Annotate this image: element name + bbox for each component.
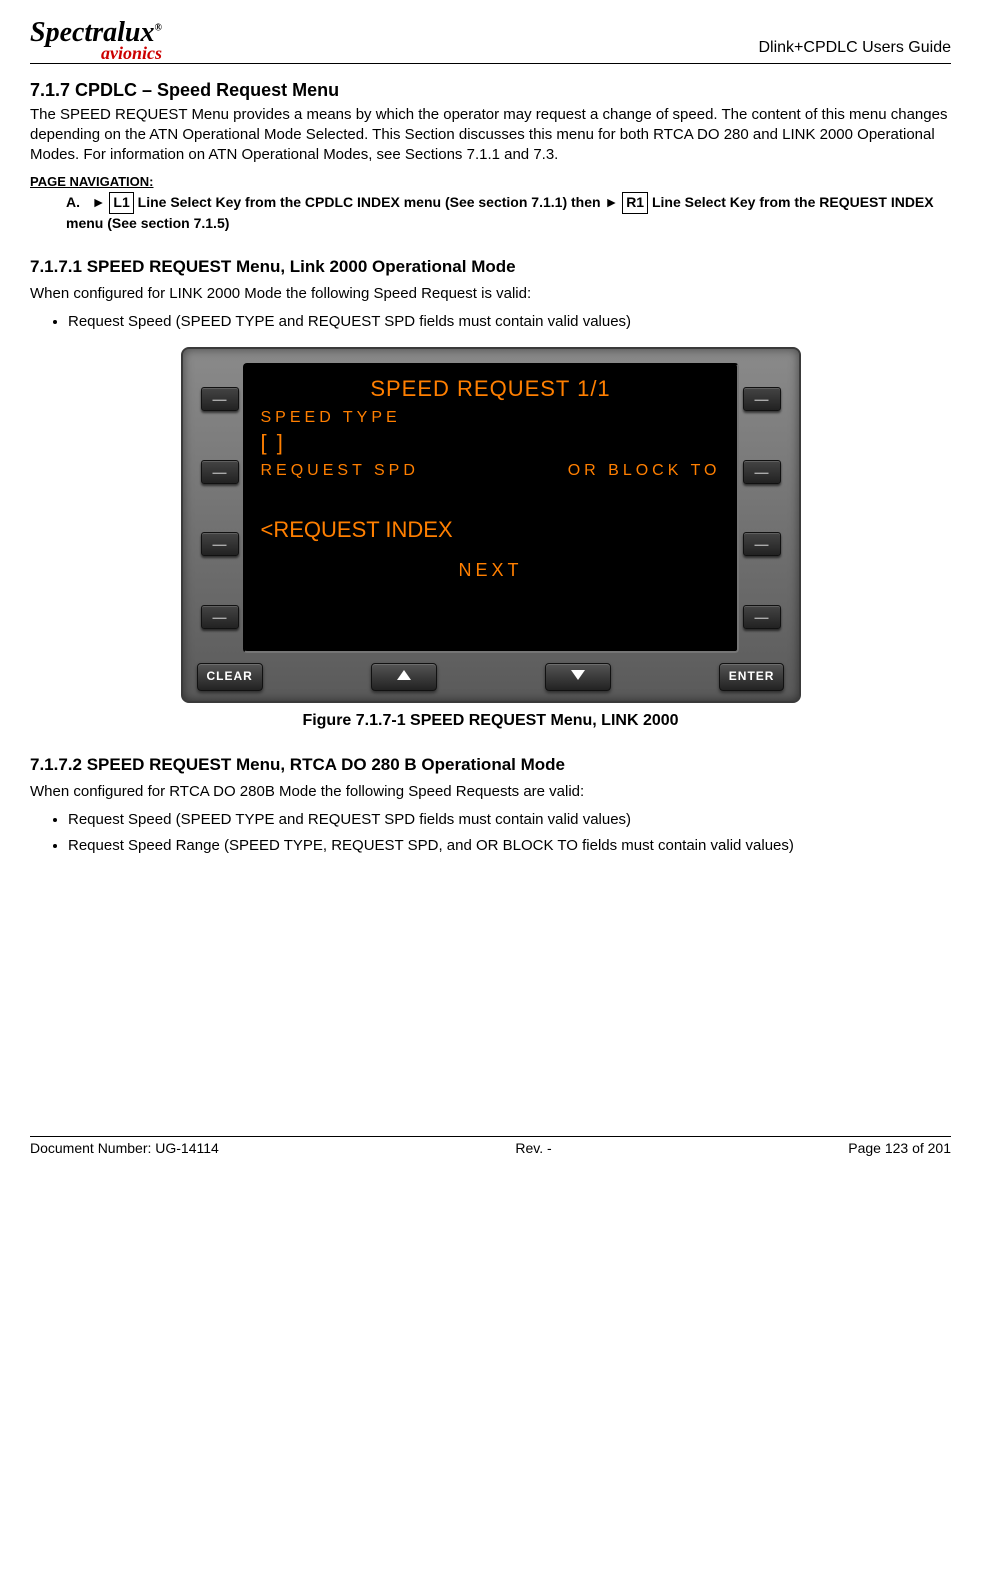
nav-text-1: Line Select Key from the CPDLC INDEX men… <box>134 194 605 210</box>
line-key-icon: — <box>213 608 227 626</box>
left-line-select-keys: — — — — <box>197 363 243 653</box>
lsk-l2[interactable]: — <box>201 460 239 484</box>
line-key-icon: — <box>755 463 769 481</box>
figure-caption: Figure 7.1.7-1 SPEED REQUEST Menu, LINK … <box>30 711 951 732</box>
brand-logo: Spectralux® avionics <box>30 20 162 61</box>
page-header: Spectralux® avionics Dlink+CPDLC Users G… <box>30 20 951 64</box>
line-key-icon: — <box>755 608 769 626</box>
document-title: Dlink+CPDLC Users Guide <box>758 38 951 59</box>
lsk-r3[interactable]: — <box>743 532 781 556</box>
cdu-screen: SPEED REQUEST 1/1 SPEED TYPE [ ] REQUEST… <box>243 363 739 653</box>
subsection-1-intro: When configured for LINK 2000 Mode the f… <box>30 284 951 304</box>
line-key-icon: — <box>213 390 227 408</box>
request-spd-label: REQUEST SPD <box>261 461 419 482</box>
screen-title: SPEED REQUEST 1/1 <box>261 375 721 404</box>
speed-type-label: SPEED TYPE <box>261 408 721 429</box>
footer-page-number: Page 123 of 201 <box>848 1139 951 1157</box>
speed-type-value[interactable]: [ ] <box>261 429 721 458</box>
list-item: Request Speed Range (SPEED TYPE, REQUEST… <box>68 836 951 856</box>
page-down-button[interactable] <box>545 663 611 691</box>
cdu-bottom-keys: CLEAR ENTER <box>197 663 785 691</box>
clear-button[interactable]: CLEAR <box>197 663 263 691</box>
lsk-r4[interactable]: — <box>743 605 781 629</box>
list-item: Request Speed (SPEED TYPE and REQUEST SP… <box>68 810 951 830</box>
triangle-up-icon <box>397 670 411 680</box>
key-r1: R1 <box>622 192 648 214</box>
footer-revision: Rev. - <box>515 1139 551 1157</box>
subsection-1-heading: 7.1.7.1 SPEED REQUEST Menu, Link 2000 Op… <box>30 256 951 278</box>
subsection-2-intro: When configured for RTCA DO 280B Mode th… <box>30 782 951 802</box>
lsk-r2[interactable]: — <box>743 460 781 484</box>
or-block-to-label: OR BLOCK TO <box>568 461 721 482</box>
line-key-icon: — <box>755 535 769 553</box>
lsk-l1[interactable]: — <box>201 387 239 411</box>
page-navigation-header: PAGE NAVIGATION: <box>30 174 951 191</box>
list-item: Request Speed (SPEED TYPE and REQUEST SP… <box>68 312 951 332</box>
page-up-button[interactable] <box>371 663 437 691</box>
key-l1: L1 <box>109 192 133 214</box>
lsk-r1[interactable]: — <box>743 387 781 411</box>
subsection-1-bullets: Request Speed (SPEED TYPE and REQUEST SP… <box>68 312 951 332</box>
footer-doc-number: Document Number: UG-14114 <box>30 1139 219 1157</box>
subsection-2-bullets: Request Speed (SPEED TYPE and REQUEST SP… <box>68 810 951 857</box>
arrow-right-icon: ► <box>604 194 618 210</box>
line-key-icon: — <box>213 535 227 553</box>
section-heading: 7.1.7 CPDLC – Speed Request Menu <box>30 79 951 102</box>
section-intro: The SPEED REQUEST Menu provides a means … <box>30 105 951 166</box>
page-navigation-list: A. ► L1 Line Select Key from the CPDLC I… <box>66 192 951 233</box>
subsection-2-heading: 7.1.7.2 SPEED REQUEST Menu, RTCA DO 280 … <box>30 754 951 776</box>
page-footer: Document Number: UG-14114 Rev. - Page 12… <box>30 1136 951 1157</box>
right-line-select-keys: — — — — <box>739 363 785 653</box>
enter-button[interactable]: ENTER <box>719 663 785 691</box>
line-key-icon: — <box>213 463 227 481</box>
triangle-down-icon <box>571 670 585 680</box>
cdu-device: — — — — SPEED REQUEST 1/1 SPEED TYPE [ ]… <box>181 347 801 703</box>
arrow-right-icon: ► <box>92 194 106 210</box>
lsk-l4[interactable]: — <box>201 605 239 629</box>
logo-reg-mark: ® <box>154 23 161 34</box>
nav-item-a: A. ► L1 Line Select Key from the CPDLC I… <box>66 192 951 233</box>
figure-7-1-7-1: — — — — SPEED REQUEST 1/1 SPEED TYPE [ ]… <box>30 347 951 731</box>
request-index-link[interactable]: <REQUEST INDEX <box>261 516 721 545</box>
next-prompt[interactable]: NEXT <box>261 559 721 582</box>
nav-label: A. <box>66 194 80 210</box>
line-key-icon: — <box>755 390 769 408</box>
lsk-l3[interactable]: — <box>201 532 239 556</box>
